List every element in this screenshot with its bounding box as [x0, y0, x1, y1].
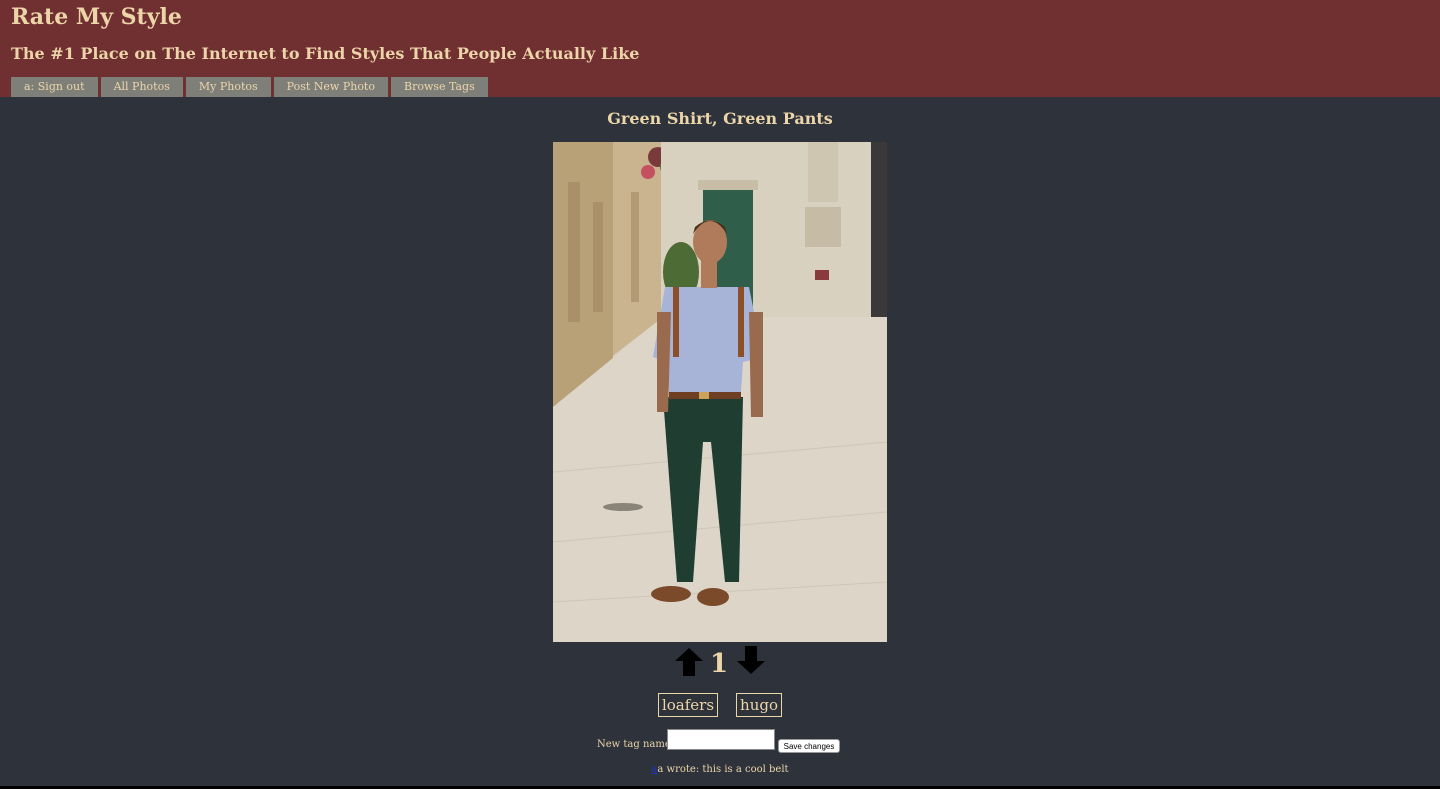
comment-text: a wrote: this is a cool belt: [657, 764, 789, 775]
tag-loafers[interactable]: loafers: [657, 693, 719, 717]
tag-list: loafers hugo: [0, 693, 1440, 717]
nav-sign-out[interactable]: a: Sign out: [11, 77, 98, 97]
vote-row: 1: [0, 646, 1440, 682]
nav-bar: a: Sign out All Photos My Photos Post Ne…: [11, 77, 491, 97]
site-title: Rate My Style: [11, 4, 182, 30]
new-tag-label: New tag name: [597, 739, 671, 750]
downvote-arrow-icon[interactable]: [737, 646, 765, 674]
photo-title: Green Shirt, Green Pants: [607, 109, 833, 128]
site-header: Rate My Style The #1 Place on The Intern…: [0, 0, 1440, 97]
comment: aa wrote: this is a cool belt: [0, 764, 1440, 775]
vote-count: 1: [709, 649, 729, 679]
nav-browse-tags[interactable]: Browse Tags: [390, 77, 488, 97]
save-changes-button[interactable]: Save changes: [778, 739, 840, 753]
upvote-arrow-icon[interactable]: [675, 648, 703, 676]
nav-all-photos[interactable]: All Photos: [100, 77, 183, 97]
nav-post-new-photo[interactable]: Post New Photo: [273, 77, 388, 97]
main-content: Green Shirt, Green Pants 1 loafers hugo …: [0, 97, 1440, 786]
site-subtitle: The #1 Place on The Internet to Find Sty…: [11, 44, 640, 63]
nav-my-photos[interactable]: My Photos: [185, 77, 271, 97]
new-tag-input[interactable]: [667, 729, 775, 750]
outfit-photo: [553, 142, 887, 642]
tag-hugo[interactable]: hugo: [736, 693, 783, 717]
